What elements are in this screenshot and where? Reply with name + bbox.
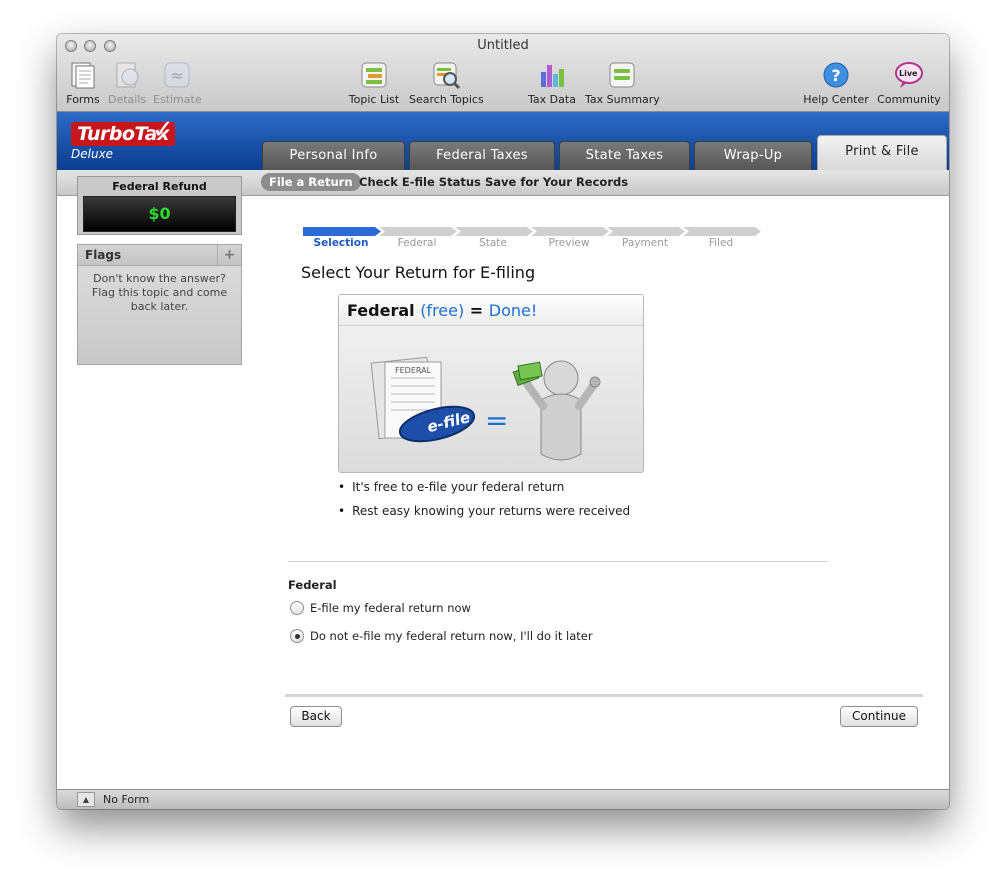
federal-refund-box: Federal Refund $0: [77, 176, 242, 235]
step-label-filed: Filed: [708, 237, 734, 249]
card-heading-federal: Federal: [347, 301, 415, 320]
back-button[interactable]: Back: [290, 706, 342, 727]
federal-section-label: Federal: [288, 578, 337, 592]
community-label: Community: [877, 93, 941, 106]
flags-header: Flags +: [78, 245, 241, 266]
subnav-file-a-return[interactable]: File a Return: [261, 173, 361, 191]
app-window: Untitled Forms Details ≈ Estimate Topic …: [57, 34, 949, 809]
radio-label-efile-later[interactable]: Do not e-file my federal return now, I'l…: [310, 629, 593, 643]
step-label-state: State: [479, 237, 507, 249]
card-heading-done: Done!: [488, 301, 538, 320]
tax-summary-label: Tax Summary: [585, 93, 660, 106]
refund-amount: $0: [83, 196, 236, 232]
subnav-check-efile-status[interactable]: Check E-file Status: [359, 175, 481, 189]
step-label-payment: Payment: [622, 237, 668, 249]
radio-efile-later[interactable]: [290, 629, 304, 643]
estimate-icon: ≈: [164, 62, 190, 88]
step-bar-payment: [607, 227, 685, 236]
details-button[interactable]: Details: [108, 60, 146, 106]
estimate-label: Estimate: [153, 93, 202, 106]
tax-summary-button[interactable]: Tax Summary: [585, 60, 660, 106]
step-label-federal: Federal: [397, 237, 437, 249]
card-heading-free: (free): [420, 301, 465, 320]
expand-up-icon[interactable]: ▲: [77, 792, 95, 807]
equals-sign: =: [485, 404, 508, 437]
tax-data-label: Tax Data: [528, 93, 576, 106]
forms-icon: [71, 62, 95, 89]
svg-text:?: ?: [831, 66, 840, 85]
efile-illustration-card: Federal (free) = Done! FEDERAL e-file =: [338, 294, 644, 473]
tax-data-button[interactable]: Tax Data: [527, 60, 577, 106]
help-center-button[interactable]: ? Help Center: [803, 60, 869, 106]
search-topics-button[interactable]: Search Topics: [409, 60, 484, 106]
search-topics-label: Search Topics: [409, 93, 484, 106]
step-label-selection: Selection: [313, 237, 369, 249]
details-icon: [116, 62, 139, 88]
doc-federal-label: FEDERAL: [395, 366, 432, 375]
community-badge: Live: [899, 69, 918, 78]
estimate-button[interactable]: ≈ Estimate: [153, 60, 202, 106]
subnav-save-records[interactable]: Save for Your Records: [485, 175, 628, 189]
bullet-returns-received: Rest easy knowing your returns were rece…: [338, 504, 630, 518]
search-topics-icon: [433, 62, 461, 90]
forms-button[interactable]: Forms: [66, 60, 100, 106]
add-flag-button[interactable]: +: [217, 245, 241, 265]
tax-summary-icon: [609, 62, 635, 88]
svg-text:≈: ≈: [170, 66, 183, 85]
bar-chart-icon: [541, 65, 564, 87]
step-bar-federal: [379, 227, 457, 236]
happy-figure-icon: [512, 360, 601, 461]
topic-list-icon: [361, 62, 387, 88]
refund-label: Federal Refund: [112, 180, 207, 193]
page-title: Select Your Return for E-filing: [301, 263, 536, 282]
continue-button[interactable]: Continue: [840, 706, 918, 727]
radio-efile-now[interactable]: [290, 601, 304, 615]
topic-list-button[interactable]: Topic List: [347, 60, 401, 106]
step-label-preview: Preview: [548, 237, 590, 249]
status-form: No Form: [103, 793, 150, 806]
tab-wrap-up[interactable]: Wrap-Up: [694, 141, 812, 170]
forms-label: Forms: [66, 93, 100, 106]
community-button[interactable]: Community Live: [877, 60, 941, 106]
status-bar: ▲ No Form: [57, 789, 949, 809]
logo-edition: Deluxe: [71, 147, 114, 161]
flags-panel: Flags + Don't know the answer? Flag this…: [77, 244, 242, 365]
details-label: Details: [108, 93, 147, 106]
window-title: Untitled: [477, 38, 529, 53]
card-heading: Federal (free) = Done!: [339, 295, 643, 326]
step-bar-state: [455, 227, 533, 236]
tab-print-and-file[interactable]: Print & File: [817, 135, 947, 171]
footer-divider: [285, 694, 923, 697]
tab-personal-info[interactable]: Personal Info: [262, 141, 405, 170]
step-bar-preview: [531, 227, 609, 236]
divider: [288, 561, 828, 562]
step-bar-filed: [683, 227, 761, 236]
tab-federal-taxes[interactable]: Federal Taxes: [409, 141, 555, 170]
toolbar: Untitled Forms Details ≈ Estimate Topic …: [57, 34, 949, 112]
radio-label-efile-now[interactable]: E-file my federal return now: [310, 601, 471, 615]
bullet-free-efile: It's free to e-file your federal return: [338, 480, 564, 494]
card-heading-equals: =: [469, 301, 484, 320]
flags-title: Flags: [85, 248, 122, 262]
efile-illustration: FEDERAL e-file =: [370, 356, 601, 461]
checkmark-icon: ✓: [152, 115, 174, 145]
step-bar-selection: [303, 227, 381, 236]
topic-list-label: Topic List: [348, 93, 400, 106]
help-center-label: Help Center: [803, 93, 869, 106]
tab-state-taxes[interactable]: State Taxes: [559, 141, 690, 170]
flags-hint: Don't know the answer? Flag this topic a…: [91, 272, 228, 313]
help-icon: ?: [823, 62, 849, 88]
